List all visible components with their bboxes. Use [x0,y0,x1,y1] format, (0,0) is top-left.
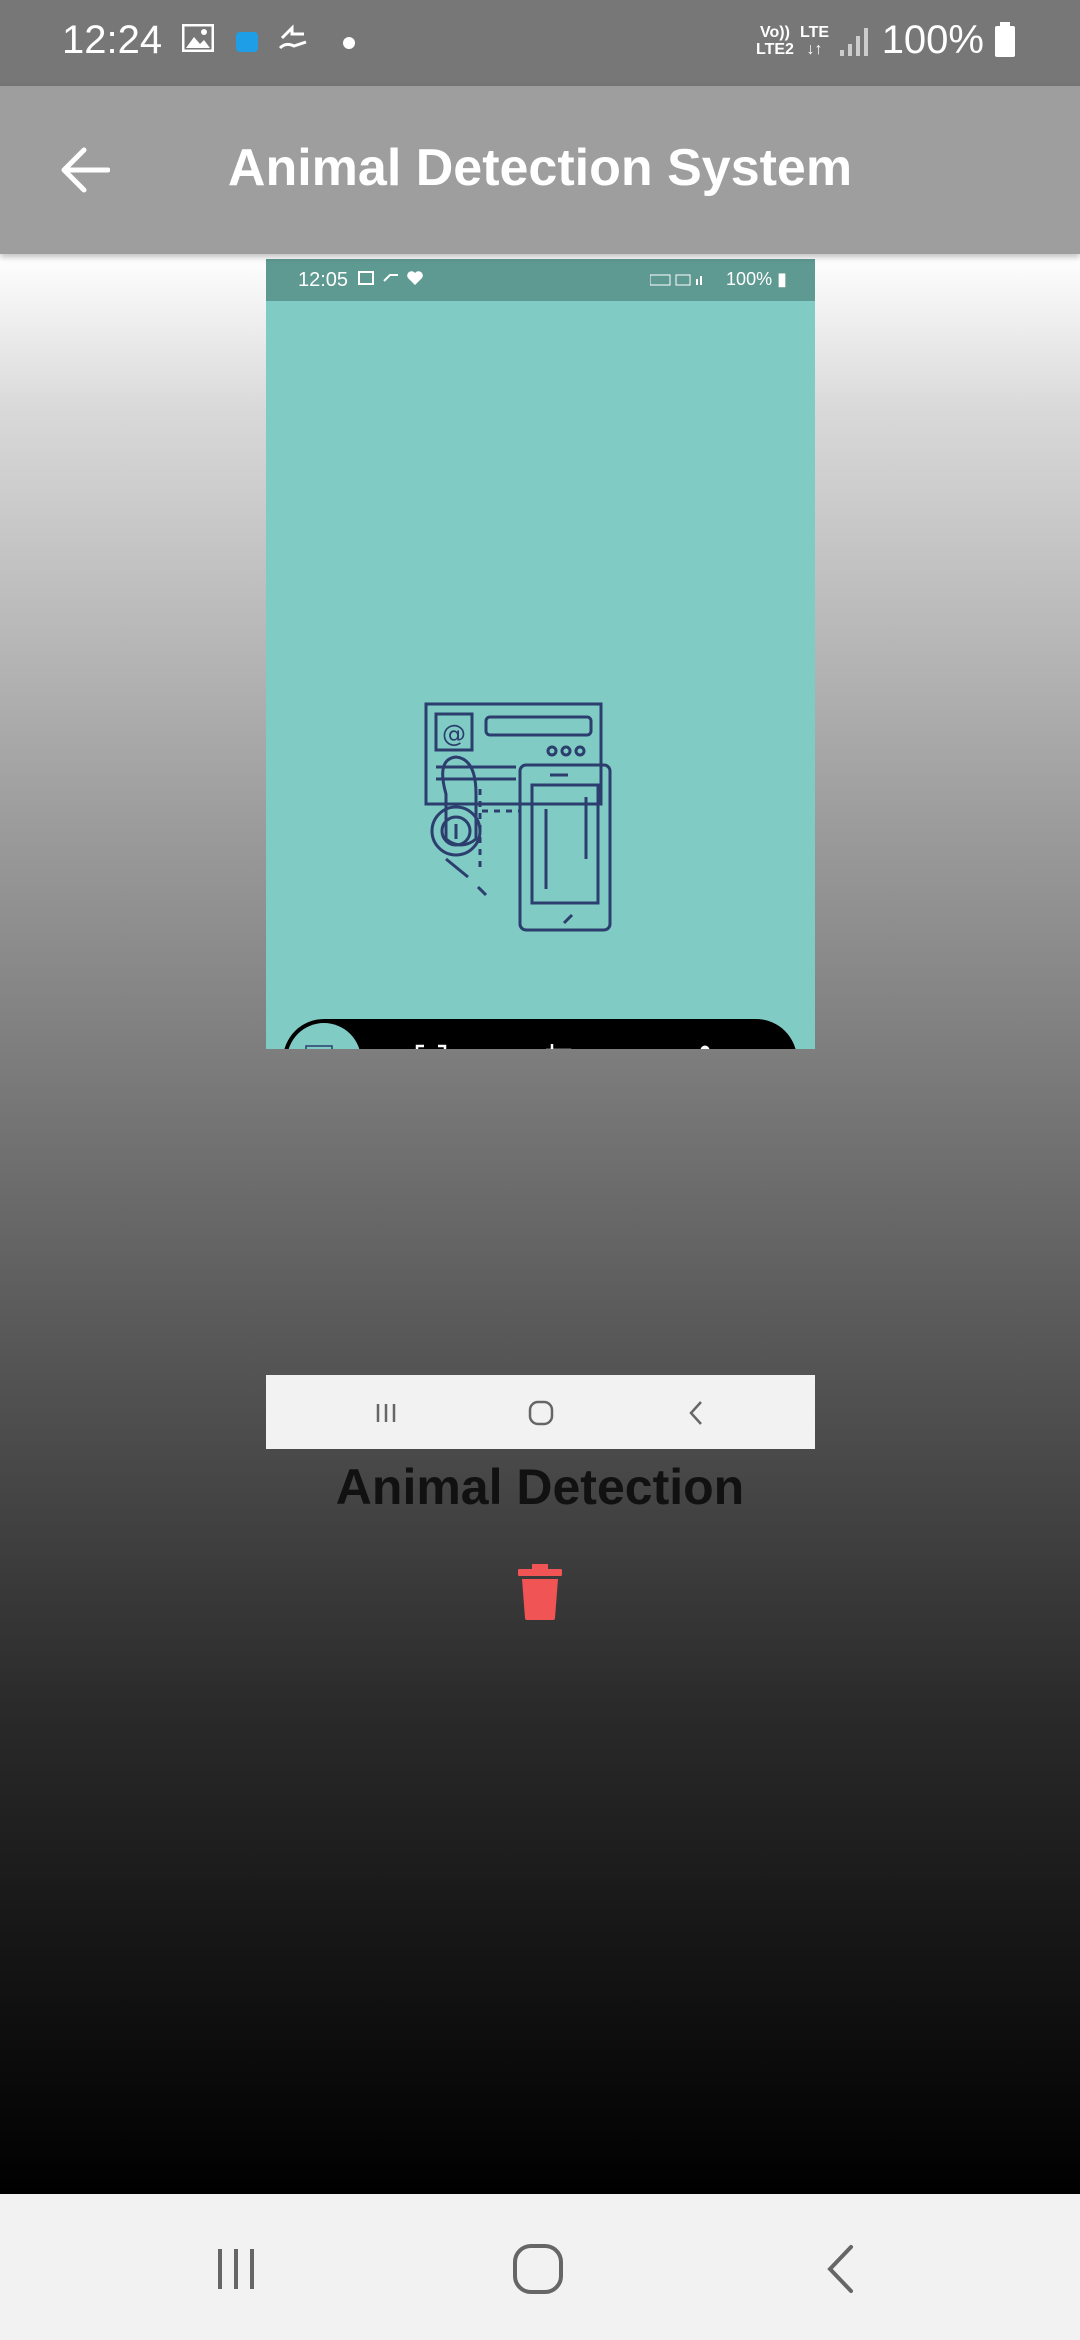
data-transfer-icon [276,24,310,59]
app-bar: Animal Detection System [0,86,1080,254]
status-time: 12:24 [62,18,163,62]
status-bar: 12:24 Vo)) LTE2 LTE ↓↑ 100% [0,0,1080,86]
app-notification-icon [234,28,260,59]
lte-indicator: LTE ↓↑ [800,24,830,58]
preview-nav-bar [266,1375,815,1449]
preview-transfer-icon [382,271,400,290]
animal-detection-illustration-icon: @ [424,702,612,932]
preview-heart-icon [406,270,424,291]
home-icon [513,2244,563,2294]
volte-indicator: Vo)) LTE2 [756,24,794,58]
preview-gallery-icon [358,271,374,290]
svg-text:@: @ [442,720,466,748]
screenshot-caption: Animal Detection [335,1459,745,1515]
screenshot-thumbnail-button[interactable] [287,1023,361,1049]
preview-signal-icon [649,271,706,292]
share-button[interactable] [676,1039,718,1049]
preview-home-icon [521,1393,561,1433]
screenshot-preview[interactable]: 12:05 100% ▮ @ [266,259,815,1049]
delete-button[interactable] [512,1560,568,1624]
more-notifications-icon [342,36,356,55]
scroll-capture-button[interactable] [410,1039,452,1049]
crop-edit-button[interactable] [543,1039,585,1049]
system-nav-bar [0,2194,1080,2340]
back-nav-button[interactable] [800,2234,880,2304]
gallery-icon [181,23,215,57]
battery-percentage: 100% [881,18,984,62]
battery-icon [994,22,1016,63]
scroll-capture-icon [415,1044,447,1049]
recents-icon [218,2249,254,2289]
thumbnail-illustration-icon [305,1045,333,1049]
share-icon [700,1045,710,1049]
screenshot-toolbar [283,1019,797,1049]
trash-icon [518,1564,562,1620]
preview-status-time: 12:05 [298,269,349,291]
preview-status-bar: 12:05 100% ▮ [266,259,815,301]
recents-button[interactable] [196,2234,276,2304]
home-button[interactable] [498,2234,578,2304]
back-chevron-icon [827,2245,853,2293]
app-title: Animal Detection System [227,139,853,197]
preview-battery: 100% ▮ [726,269,787,289]
crop-edit-icon [546,1044,572,1049]
preview-back-icon [676,1393,716,1433]
signal-icon [838,26,872,63]
preview-recents-icon [366,1393,406,1433]
